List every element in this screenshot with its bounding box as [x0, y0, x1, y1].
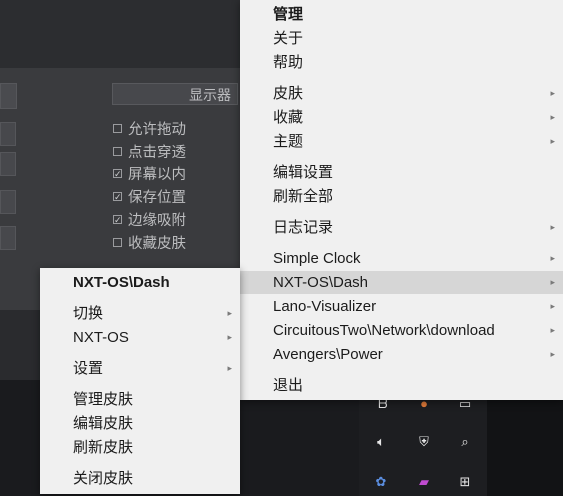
submenu-arrow-icon: ▸ — [550, 88, 555, 98]
menu-item-label: Lano-Visualizer — [273, 298, 377, 315]
main-context-menu: 管理 关于 帮助 皮肤 ▸ 收藏 ▸ 主题 ▸ 编辑设置 刷新全部 日志记录 ▸ Simple Clock… — [240, 0, 563, 400]
left-dropdown-3[interactable] — [0, 226, 16, 250]
submenu-arrow-icon: ▸ — [227, 363, 232, 373]
option-checkbox[interactable]: 收藏皮肤 — [113, 231, 186, 254]
menu-item[interactable]: NXT-OS ▸ — [40, 326, 240, 349]
menu-item[interactable]: NXT-OS\Dash — [40, 271, 240, 294]
window-header-area — [0, 0, 240, 68]
checkbox-box[interactable] — [113, 146, 122, 156]
menu-item[interactable]: Avengers\Power ▸ — [240, 343, 563, 366]
checkbox-box[interactable]: ✓ — [113, 192, 122, 202]
menu-item-label: 帮助 — [273, 54, 304, 71]
menu-item-label: NXT-OS — [73, 329, 129, 346]
checkbox-label: 允许拖动 — [128, 121, 186, 138]
menu-item[interactable]: 刷新全部 — [240, 185, 563, 208]
menu-item[interactable]: 切换 ▸ — [40, 302, 240, 325]
submenu-arrow-icon: ▸ — [550, 325, 555, 335]
menu-item[interactable]: CircuitousTwo\Network\download ▸ — [240, 319, 563, 342]
menu-item[interactable]: 关闭皮肤 — [40, 467, 240, 490]
submenu-arrow-icon: ▸ — [550, 349, 555, 359]
menu-item[interactable]: Lano-Visualizer ▸ — [240, 295, 563, 318]
game-icon[interactable]: ▰ — [414, 472, 434, 492]
menu-item-label: 收藏 — [273, 109, 304, 126]
menu-item-label: 主题 — [273, 133, 304, 150]
option-checkbox[interactable]: ✓ 屏幕以内 — [113, 163, 186, 186]
submenu-arrow-icon: ▸ — [550, 222, 555, 232]
menu-item-label: NXT-OS\Dash — [273, 274, 369, 291]
submenu-arrow-icon: ▸ — [550, 253, 555, 263]
baidu-icon[interactable]: ✿ — [371, 472, 391, 492]
menu-item-label: CircuitousTwo\Network\download — [273, 322, 495, 339]
system-tray: ᗷ ● ▭ 🔈︎ ⛨ ⌕ ✿ ▰ ⊞ — [359, 384, 487, 496]
menu-item[interactable]: Simple Clock ▸ — [240, 247, 563, 270]
windows-icon[interactable]: ⊞ — [455, 472, 475, 492]
checkbox-label: 保存位置 — [128, 190, 186, 207]
option-checkbox[interactable]: 允许拖动 — [113, 117, 186, 140]
submenu-arrow-icon: ▸ — [550, 112, 555, 122]
menu-item[interactable]: 关于 — [240, 27, 563, 50]
menu-item-label: 关于 — [273, 30, 304, 47]
checkbox-label: 收藏皮肤 — [128, 235, 186, 252]
menu-item-label: Simple Clock — [273, 250, 361, 267]
submenu-arrow-icon: ▸ — [227, 308, 232, 318]
menu-item[interactable]: 退出 — [240, 374, 563, 397]
menu-item[interactable]: 皮肤 ▸ — [240, 82, 563, 105]
left-field[interactable] — [0, 83, 17, 109]
menu-item[interactable]: 帮助 — [240, 51, 563, 74]
checkbox-box[interactable] — [113, 123, 122, 133]
submenu-arrow-icon: ▸ — [550, 136, 555, 146]
search-icon[interactable]: ⌕ — [455, 432, 475, 452]
menu-item[interactable]: 主题 ▸ — [240, 130, 563, 153]
security-icon[interactable]: ⛨ — [414, 432, 434, 452]
display-select[interactable]: 显示器 — [112, 83, 238, 105]
menu-item[interactable]: 管理皮肤 — [40, 388, 240, 411]
volume-icon[interactable]: 🔈︎ — [371, 432, 391, 452]
menu-item[interactable]: 刷新皮肤 — [40, 436, 240, 459]
menu-item-label: 编辑皮肤 — [73, 415, 134, 432]
menu-item-label: 刷新皮肤 — [73, 439, 134, 456]
left-dropdown-1[interactable] — [0, 122, 16, 146]
submenu-arrow-icon: ▸ — [550, 301, 555, 311]
checkbox-box[interactable]: ✓ — [113, 169, 122, 179]
menu-item-label: 设置 — [73, 360, 104, 377]
submenu-arrow-icon: ▸ — [227, 332, 232, 342]
menu-item-label: Avengers\Power — [273, 346, 383, 363]
options-checkbox-list: 允许拖动点击穿透 ✓ 屏幕以内 ✓ 保存位置 ✓ 边缘吸附收藏皮肤 — [113, 117, 186, 254]
left-dropdown-2[interactable] — [0, 190, 16, 214]
left-field-2[interactable] — [0, 152, 16, 176]
menu-item-label: 切换 — [73, 305, 104, 322]
option-checkbox[interactable]: 点击穿透 — [113, 140, 186, 163]
skin-context-menu: NXT-OS\Dash 切换 ▸ NXT-OS ▸ 设置 ▸ 管理皮肤编辑皮肤刷新皮肤关闭皮肤 — [40, 268, 240, 494]
menu-item[interactable]: 编辑皮肤 — [40, 412, 240, 435]
checkbox-label: 点击穿透 — [128, 144, 186, 161]
checkbox-label: 边缘吸附 — [128, 213, 186, 230]
menu-item-label: 刷新全部 — [273, 188, 334, 205]
menu-item-label: 管理皮肤 — [73, 391, 134, 408]
option-checkbox[interactable]: ✓ 边缘吸附 — [113, 208, 186, 231]
menu-item-label: 退出 — [273, 377, 304, 394]
menu-item[interactable]: 设置 ▸ — [40, 357, 240, 380]
menu-item-label: 皮肤 — [273, 85, 304, 102]
menu-item-label: 管理 — [273, 6, 304, 23]
menu-item[interactable]: 日志记录 ▸ — [240, 216, 563, 239]
desktop-area — [487, 400, 563, 496]
checkbox-box[interactable] — [113, 237, 122, 247]
checkbox-box[interactable]: ✓ — [113, 215, 122, 225]
menu-item[interactable]: 编辑设置 — [240, 161, 563, 184]
menu-item-label: NXT-OS\Dash — [73, 274, 170, 291]
checkbox-label: 屏幕以内 — [128, 167, 186, 184]
option-checkbox[interactable]: ✓ 保存位置 — [113, 185, 186, 208]
menu-item[interactable]: NXT-OS\Dash ▸ — [240, 271, 563, 294]
menu-item[interactable]: 管理 — [240, 3, 563, 26]
menu-item-label: 编辑设置 — [273, 164, 334, 181]
menu-item[interactable]: 收藏 ▸ — [240, 106, 563, 129]
background-panel — [0, 310, 40, 380]
menu-item-label: 关闭皮肤 — [73, 470, 134, 487]
menu-item-label: 日志记录 — [273, 219, 334, 236]
submenu-arrow-icon: ▸ — [550, 277, 555, 287]
